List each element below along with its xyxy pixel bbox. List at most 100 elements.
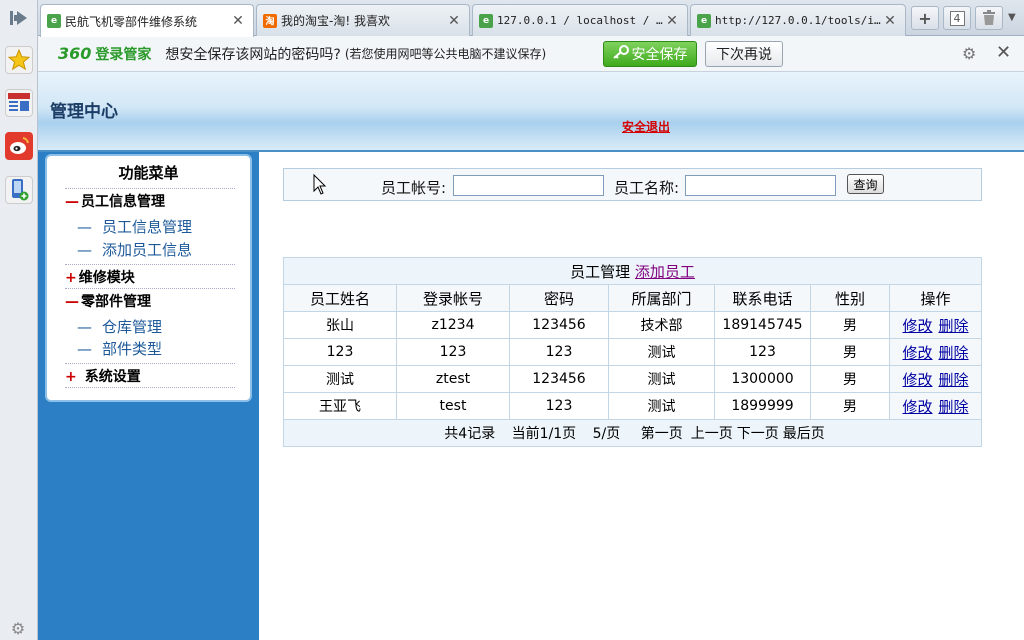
- page-header: 管理中心 安全退出: [38, 72, 1024, 152]
- menu-item-part-types[interactable]: — 部件类型: [77, 338, 162, 359]
- last-page-link[interactable]: 最后页: [783, 426, 825, 442]
- table-caption-cell: 员工管理 添加员工: [283, 257, 982, 285]
- tab-title: http://127.0.0.1/tools/i...: [715, 14, 883, 27]
- close-icon[interactable]: ✕: [883, 13, 897, 29]
- first-page-link[interactable]: 第一页: [641, 426, 683, 442]
- cell-account: ztest: [396, 365, 510, 393]
- close-icon[interactable]: ✕: [447, 13, 461, 29]
- column-header: 性别: [810, 284, 890, 312]
- cell-phone: 189145745: [714, 311, 811, 339]
- tab-active[interactable]: e 民航飞机零部件维修系统 ✕: [40, 4, 254, 37]
- tab-phpmyadmin[interactable]: e 127.0.0.1 / localhost / ... ✕: [472, 4, 688, 36]
- mobile-add-icon[interactable]: [5, 176, 33, 204]
- chevron-down-icon[interactable]: ▼: [1008, 12, 1016, 23]
- save-prompt: 想安全保存该网站的密码吗?: [165, 46, 341, 63]
- menu-item-employee-manage[interactable]: — 员工信息管理: [77, 216, 192, 237]
- later-button[interactable]: 下次再说: [705, 41, 783, 67]
- brand-360: 360 登录管家: [58, 44, 151, 64]
- edit-link[interactable]: 修改: [902, 317, 932, 335]
- menu-group-employee[interactable]: — 员工信息管理: [65, 188, 235, 210]
- menu-item-employee-add[interactable]: — 添加员工信息: [77, 239, 192, 260]
- table-caption: 员工管理: [570, 262, 631, 281]
- expand-icon: +: [65, 369, 77, 385]
- next-page-link[interactable]: 下一页: [737, 426, 779, 442]
- cell-department: 测试: [608, 365, 715, 393]
- key-icon: [612, 45, 629, 63]
- menu-group-label: 零部件管理: [81, 294, 151, 310]
- trash-icon[interactable]: [975, 6, 1003, 30]
- account-input[interactable]: [453, 175, 604, 196]
- brand-number: 360: [58, 43, 92, 63]
- search-bar: 员工帐号: 员工名称: 查询: [283, 168, 982, 201]
- cell-account: test: [396, 392, 510, 420]
- cell-gender: 男: [810, 392, 890, 420]
- close-icon[interactable]: ✕: [231, 13, 245, 29]
- favorites-star-icon[interactable]: [5, 46, 33, 74]
- settings-gear-icon[interactable]: ⚙: [8, 618, 28, 638]
- menu-item-warehouse[interactable]: — 仓库管理: [77, 316, 162, 337]
- close-icon[interactable]: ✕: [665, 13, 679, 29]
- name-input[interactable]: [685, 175, 836, 196]
- menu-dash: —: [77, 241, 92, 259]
- tab-strip: e 民航飞机零部件维修系统 ✕ 淘 我的淘宝-淘! 我喜欢 ✕ e 127.0.…: [38, 0, 1024, 37]
- weibo-icon[interactable]: [5, 132, 33, 160]
- prev-page-link[interactable]: 上一页: [691, 426, 733, 442]
- menu-item-label: 仓库管理: [102, 318, 163, 336]
- delete-link[interactable]: 删除: [939, 398, 969, 416]
- news-icon[interactable]: [5, 89, 33, 117]
- gear-icon[interactable]: ⚙: [962, 44, 976, 63]
- browser-sidebar: ⚙: [0, 0, 38, 640]
- tab-count-button[interactable]: 4: [943, 6, 971, 30]
- menu-group-label: 系统设置: [84, 369, 141, 385]
- function-menu: 功能菜单 — 员工信息管理 — 员工信息管理 — 添加员工信息 + 维修模块 — 零部件管…: [45, 154, 252, 402]
- total-records: 共4记录: [444, 426, 496, 442]
- safe-save-label: 安全保存: [631, 47, 688, 63]
- menu-group-parts[interactable]: — 零部件管理: [65, 288, 235, 310]
- column-header: 密码: [509, 284, 609, 312]
- edit-link[interactable]: 修改: [902, 398, 932, 416]
- menu-group-label: 维修模块: [78, 270, 135, 286]
- tab-tools[interactable]: e http://127.0.0.1/tools/i... ✕: [690, 4, 906, 36]
- ie-page-icon: e: [47, 14, 61, 28]
- tab-title: 我的淘宝-淘! 我喜欢: [281, 14, 390, 28]
- new-tab-plus-icon[interactable]: +: [911, 6, 939, 30]
- tab-title: 127.0.0.1 / localhost / ...: [497, 14, 665, 27]
- column-header: 操作: [889, 284, 982, 312]
- account-label: 员工帐号:: [381, 179, 447, 197]
- employee-table: 员工管理 添加员工 员工姓名 登录帐号 密码 所属部门 联系电话 性别 操作 张…: [283, 257, 982, 447]
- menu-group-system[interactable]: + 系统设置: [65, 363, 235, 385]
- edit-link[interactable]: 修改: [902, 344, 932, 362]
- cell-department: 测试: [608, 338, 715, 366]
- add-employee-link[interactable]: 添加员工: [635, 263, 695, 281]
- safe-save-button[interactable]: 安全保存: [603, 41, 697, 67]
- brand-text: 登录管家: [95, 46, 152, 63]
- query-button[interactable]: 查询: [847, 174, 884, 194]
- menu-dash: —: [77, 318, 92, 336]
- delete-link[interactable]: 删除: [939, 317, 969, 335]
- cell-account: z1234: [396, 311, 510, 339]
- column-header: 联系电话: [714, 284, 811, 312]
- delete-link[interactable]: 删除: [939, 371, 969, 389]
- menu-title: 功能菜单: [118, 164, 179, 182]
- edit-link[interactable]: 修改: [902, 371, 932, 389]
- back-icon[interactable]: [0, 0, 38, 36]
- table-header-row: 员工姓名 登录帐号 密码 所属部门 联系电话 性别 操作: [283, 284, 982, 312]
- cell-actions: 修改 删除: [889, 338, 982, 366]
- cell-name: 张山: [283, 311, 397, 339]
- menu-group-repair[interactable]: + 维修模块: [65, 264, 235, 286]
- close-icon[interactable]: ✕: [996, 42, 1011, 63]
- collapse-icon: —: [65, 194, 79, 210]
- table-row: 张山 z1234 123456 技术部 189145745 男 修改 删除: [283, 311, 982, 339]
- left-column: 功能菜单 — 员工信息管理 — 员工信息管理 — 添加员工信息 + 维修模块 — 零部件管…: [38, 152, 259, 640]
- tab-taobao[interactable]: 淘 我的淘宝-淘! 我喜欢 ✕: [256, 4, 470, 36]
- table-caption-row: 员工管理 添加员工: [283, 257, 982, 285]
- delete-link[interactable]: 删除: [939, 344, 969, 362]
- menu-item-label: 添加员工信息: [102, 241, 193, 259]
- cell-name: 测试: [283, 365, 397, 393]
- column-header: 登录帐号: [396, 284, 510, 312]
- logout-link[interactable]: 安全退出: [622, 118, 670, 135]
- menu-dash: —: [77, 340, 92, 358]
- tab-count: 4: [949, 10, 965, 26]
- menu-divider: [65, 387, 235, 388]
- menu-dash: —: [77, 218, 92, 236]
